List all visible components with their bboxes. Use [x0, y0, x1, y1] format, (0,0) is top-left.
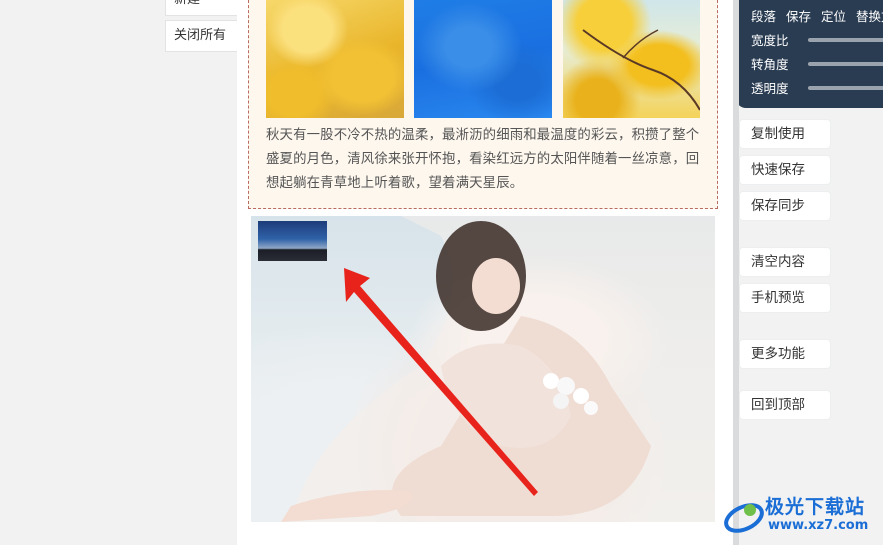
clear-content-button[interactable]: 清空内容 — [739, 247, 831, 277]
watermark-name: 极光下载站 — [765, 496, 866, 518]
ginkgo-photo-3 — [563, 0, 700, 118]
rotation-row: 转角度 — [751, 54, 883, 73]
quick-save-button[interactable]: 快速保存 — [739, 155, 831, 185]
width-ratio-label: 宽度比 — [751, 33, 789, 48]
new-button[interactable]: 新建 — [165, 0, 237, 16]
copy-use-button[interactable]: 复制使用 — [739, 119, 831, 149]
locate-link[interactable]: 定位 — [821, 9, 846, 24]
tool-panel: 段落 保存 定位 替换文 宽度比 转角度 透明度 — [736, 0, 883, 108]
blue-photo-2 — [414, 0, 552, 118]
width-ratio-slider[interactable] — [808, 38, 883, 42]
width-ratio-row: 宽度比 — [751, 30, 883, 49]
rotation-label: 转角度 — [751, 57, 789, 72]
tool-links: 段落 保存 定位 替换文 — [751, 6, 883, 25]
mobile-preview-button[interactable]: 手机预览 — [739, 283, 831, 313]
save-sync-button[interactable]: 保存同步 — [739, 191, 831, 221]
night-city-thumbnail[interactable] — [258, 221, 327, 261]
paragraph-link[interactable]: 段落 — [751, 9, 776, 24]
close-all-button[interactable]: 关闭所有 — [165, 20, 237, 52]
opacity-slider[interactable] — [808, 86, 883, 90]
opacity-label: 透明度 — [751, 81, 789, 96]
red-arrow-icon — [344, 268, 538, 496]
article-paragraph: 秋天有一股不冷不热的温柔，最淅沥的细雨和最温度的彩云，积攒了整个盛夏的月色，清风… — [266, 128, 700, 191]
replace-link[interactable]: 替换文 — [856, 9, 883, 24]
ginkgo-photo-1 — [266, 0, 404, 118]
watermark: 极光下载站 www.xz7.com — [722, 490, 882, 542]
opacity-row: 透明度 — [751, 78, 883, 97]
aurora-logo-icon — [724, 503, 764, 533]
more-functions-button[interactable]: 更多功能 — [739, 339, 831, 369]
rotation-slider[interactable] — [808, 62, 883, 66]
save-link[interactable]: 保存 — [786, 9, 811, 24]
watermark-url: www.xz7.com — [768, 518, 869, 533]
back-to-top-button[interactable]: 回到顶部 — [739, 390, 831, 420]
left-gutter — [0, 0, 165, 545]
